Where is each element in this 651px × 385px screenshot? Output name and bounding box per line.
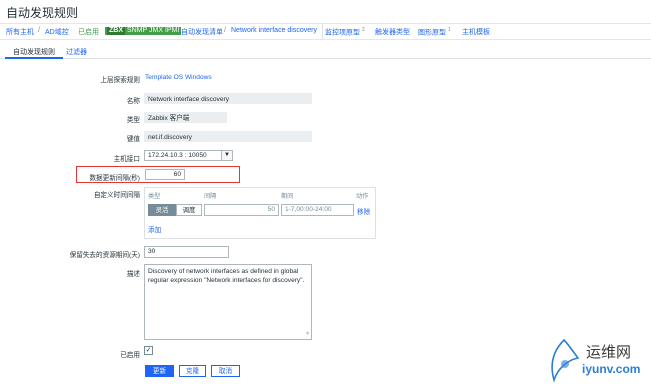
- update-button[interactable]: 更新: [145, 365, 174, 377]
- discovery-list-link[interactable]: 自动发现清单: [181, 27, 223, 37]
- description-textarea[interactable]: Discovery of network interfaces as defin…: [144, 264, 312, 340]
- watermark-logo-icon: [551, 338, 580, 383]
- description-label: 描述: [126, 271, 140, 278]
- parent-rule-label: 上层探索规则: [100, 77, 140, 84]
- breadcrumb-separator: /: [224, 27, 226, 34]
- tab-filters[interactable]: 过滤器: [66, 47, 87, 57]
- zbx-badge: ZBX: [107, 27, 125, 35]
- site-watermark: 运维网 iyunv.com: [542, 338, 651, 385]
- type-label: 类型: [126, 117, 140, 124]
- interface-select-value: 172.24.10.3 : 10050: [148, 152, 207, 159]
- key-field[interactable]: net.if.discovery: [144, 131, 312, 142]
- watermark-url: iyunv.com: [582, 362, 641, 376]
- ipmi-badge: IPMI: [164, 27, 180, 34]
- keep-lost-label: 保留失去的资源期间(天): [69, 252, 140, 259]
- watermark-cn: 运维网: [586, 343, 632, 361]
- jmx-badge: JMX: [149, 27, 164, 34]
- keep-lost-input[interactable]: 30: [144, 246, 229, 258]
- interface-select[interactable]: 172.24.10.3 : 10050 ▼: [144, 150, 233, 161]
- name-label: 名称: [126, 98, 140, 105]
- tab-bar: 自动发现规则 过滤器: [0, 44, 651, 59]
- key-label: 键值: [126, 136, 140, 143]
- graph-prototypes-count: 1: [447, 27, 451, 33]
- scheduling-toggle[interactable]: 调度: [176, 204, 202, 216]
- nav-divider: [322, 24, 323, 39]
- host-navigation-bar: 所有主机 / AD域控 已启用 ZBX SNMP JMX IPMI 自动发现清单…: [0, 23, 651, 40]
- tab-discovery-rule[interactable]: 自动发现规则: [5, 47, 63, 59]
- update-interval-input[interactable]: 60: [145, 169, 185, 180]
- column-type: 类型: [148, 193, 161, 200]
- cancel-button[interactable]: 取消: [211, 365, 240, 377]
- column-interval: 间隔: [204, 193, 217, 200]
- update-interval-label: 数据更新间隔(秒): [89, 175, 140, 182]
- type-field[interactable]: Zabbix 客户端: [144, 112, 227, 123]
- add-interval-link[interactable]: 添加: [148, 224, 161, 234]
- description-text: Discovery of network interfaces as defin…: [148, 268, 305, 284]
- graph-prototypes-link[interactable]: 图形原型 1: [418, 27, 451, 37]
- page-title: 自动发现规则: [6, 6, 79, 20]
- availability-badges: ZBX SNMP JMX IPMI: [105, 27, 182, 35]
- name-field[interactable]: Network interface discovery: [144, 93, 312, 104]
- remove-interval-link[interactable]: 移除: [357, 206, 370, 216]
- enabled-label: 已启用: [120, 352, 140, 359]
- enabled-checkbox[interactable]: ✓: [144, 346, 153, 355]
- snmp-badge: SNMP: [126, 27, 148, 34]
- column-action: 动作: [356, 193, 369, 200]
- interval-input[interactable]: 50: [204, 204, 279, 216]
- chevron-down-icon: ▼: [221, 151, 232, 160]
- resize-handle-icon[interactable]: ∗: [305, 330, 310, 339]
- host-prototypes-link[interactable]: 主机模板: [462, 27, 490, 37]
- flexible-toggle[interactable]: 灵活: [148, 204, 176, 216]
- host-status-enabled[interactable]: 已启用: [78, 27, 99, 37]
- parent-template-link[interactable]: Template OS Windows: [145, 74, 212, 81]
- all-hosts-link[interactable]: 所有主机: [6, 27, 34, 37]
- period-input[interactable]: 1-7,00:00-24:00: [281, 204, 354, 216]
- item-prototypes-link[interactable]: 监控项原型 2: [325, 27, 365, 37]
- trigger-prototypes-link[interactable]: 触发器类型: [375, 27, 410, 37]
- host-link[interactable]: AD域控: [45, 27, 69, 37]
- clone-button[interactable]: 克隆: [179, 365, 206, 377]
- current-rule-link[interactable]: Network interface discovery: [231, 27, 317, 34]
- column-period: 期间: [281, 193, 294, 200]
- custom-intervals-label: 自定义时间间隔: [93, 192, 140, 199]
- breadcrumb-separator: /: [38, 27, 40, 34]
- interface-label: 主机接口: [113, 156, 140, 163]
- item-prototypes-count: 2: [361, 27, 365, 33]
